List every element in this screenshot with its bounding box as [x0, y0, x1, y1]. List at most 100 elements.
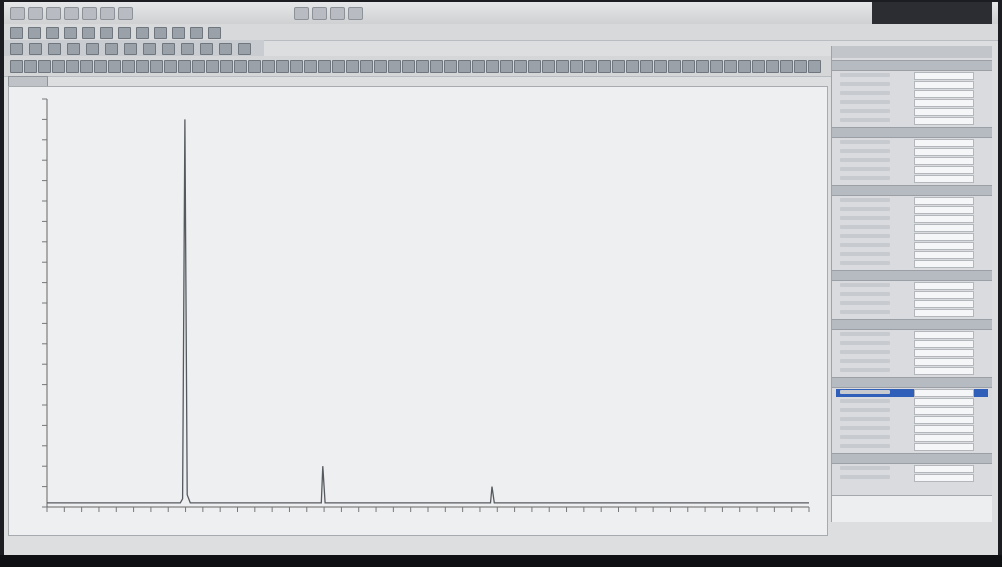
- property-value[interactable]: [914, 358, 974, 366]
- toolbar-icon[interactable]: [220, 60, 233, 73]
- toolbar-icon[interactable]: [626, 60, 639, 73]
- property-value[interactable]: [914, 197, 974, 205]
- toolbar-icon[interactable]: [28, 27, 41, 39]
- property-value[interactable]: [914, 425, 974, 433]
- property-row[interactable]: [836, 291, 988, 299]
- toolbar-icon[interactable]: [374, 60, 387, 73]
- toolbar-icon[interactable]: [172, 27, 185, 39]
- property-row[interactable]: [836, 443, 988, 451]
- toolbar-icon[interactable]: [94, 60, 107, 73]
- property-section-header[interactable]: [832, 60, 992, 71]
- property-value[interactable]: [914, 242, 974, 250]
- toolbar-icon[interactable]: [514, 60, 527, 73]
- toolbar-icon[interactable]: [10, 43, 23, 55]
- property-row[interactable]: [836, 224, 988, 232]
- toolbar-icon[interactable]: [290, 60, 303, 73]
- property-value[interactable]: [914, 166, 974, 174]
- property-row[interactable]: [836, 148, 988, 156]
- toolbar-icon[interactable]: [346, 60, 359, 73]
- toolbar-icon[interactable]: [24, 60, 37, 73]
- toolbar-icon[interactable]: [154, 27, 167, 39]
- save-icon[interactable]: [28, 7, 43, 20]
- toolbar-icon[interactable]: [262, 60, 275, 73]
- toolbar-icon[interactable]: [122, 60, 135, 73]
- view-icon[interactable]: [312, 7, 327, 20]
- toolbar-icon[interactable]: [416, 60, 429, 73]
- toolbar-icon[interactable]: [486, 60, 499, 73]
- toolbar-icon[interactable]: [164, 60, 177, 73]
- property-row[interactable]: [836, 331, 988, 339]
- property-value[interactable]: [914, 206, 974, 214]
- property-row[interactable]: [836, 206, 988, 214]
- toolbar-icon[interactable]: [570, 60, 583, 73]
- view-icon[interactable]: [330, 7, 345, 20]
- toolbar-icon[interactable]: [318, 60, 331, 73]
- toolbar-icon[interactable]: [738, 60, 751, 73]
- toolbar-icon[interactable]: [64, 27, 77, 39]
- toolbar-icon[interactable]: [190, 27, 203, 39]
- property-section-header[interactable]: [832, 319, 992, 330]
- property-row[interactable]: [836, 349, 988, 357]
- toolbar-icon[interactable]: [143, 43, 156, 55]
- toolbar-icon[interactable]: [124, 43, 137, 55]
- property-row[interactable]: [836, 233, 988, 241]
- property-row[interactable]: [836, 434, 988, 442]
- property-value[interactable]: [914, 175, 974, 183]
- property-row[interactable]: [836, 197, 988, 205]
- property-row[interactable]: [836, 166, 988, 174]
- property-value[interactable]: [914, 416, 974, 424]
- toolbar-icon[interactable]: [200, 43, 213, 55]
- property-value[interactable]: [914, 465, 974, 473]
- toolbar-icon[interactable]: [136, 27, 149, 39]
- toolbar-icon[interactable]: [500, 60, 513, 73]
- toolbar-icon[interactable]: [46, 27, 59, 39]
- property-row[interactable]: [836, 215, 988, 223]
- toolbar-icon[interactable]: [105, 43, 118, 55]
- property-row[interactable]: [836, 90, 988, 98]
- toolbar-icon[interactable]: [162, 43, 175, 55]
- toolbar-icon[interactable]: [86, 43, 99, 55]
- property-row[interactable]: [836, 416, 988, 424]
- toolbar-icon[interactable]: [780, 60, 793, 73]
- toolbar-icon[interactable]: [668, 60, 681, 73]
- property-row[interactable]: [836, 242, 988, 250]
- toolbar-icon[interactable]: [752, 60, 765, 73]
- toolbar-icon[interactable]: [178, 60, 191, 73]
- toolbar-icon[interactable]: [682, 60, 695, 73]
- property-value[interactable]: [914, 291, 974, 299]
- toolbar-icon[interactable]: [808, 60, 821, 73]
- property-value[interactable]: [914, 224, 974, 232]
- property-section-header[interactable]: [832, 127, 992, 138]
- print-icon[interactable]: [46, 7, 61, 20]
- toolbar-icon[interactable]: [219, 43, 232, 55]
- toolbar-icon[interactable]: [38, 60, 51, 73]
- property-value[interactable]: [914, 340, 974, 348]
- view-icon[interactable]: [294, 7, 309, 20]
- property-value[interactable]: [914, 148, 974, 156]
- property-row[interactable]: [836, 425, 988, 433]
- property-value[interactable]: [914, 443, 974, 451]
- toolbar-icon[interactable]: [696, 60, 709, 73]
- toolbar-icon[interactable]: [136, 60, 149, 73]
- toolbar-icon[interactable]: [108, 60, 121, 73]
- toolbar-icon[interactable]: [10, 60, 23, 73]
- toolbar-icon[interactable]: [584, 60, 597, 73]
- property-value[interactable]: [914, 300, 974, 308]
- toolbar-icon[interactable]: [794, 60, 807, 73]
- property-row[interactable]: [836, 157, 988, 165]
- toolbar-icon[interactable]: [388, 60, 401, 73]
- file-icon[interactable]: [10, 7, 25, 20]
- property-section-header[interactable]: [832, 185, 992, 196]
- toolbar-icon[interactable]: [181, 43, 194, 55]
- toolbar-icon[interactable]: [542, 60, 555, 73]
- property-row[interactable]: [836, 300, 988, 308]
- property-section-header[interactable]: [832, 453, 992, 464]
- toolbar-icon[interactable]: [66, 60, 79, 73]
- property-row[interactable]: [836, 340, 988, 348]
- toolbar-icon[interactable]: [304, 60, 317, 73]
- property-value[interactable]: [914, 215, 974, 223]
- toolbar-icon[interactable]: [654, 60, 667, 73]
- property-row[interactable]: [836, 398, 988, 406]
- toolbar-icon[interactable]: [332, 60, 345, 73]
- toolbar-icon[interactable]: [710, 60, 723, 73]
